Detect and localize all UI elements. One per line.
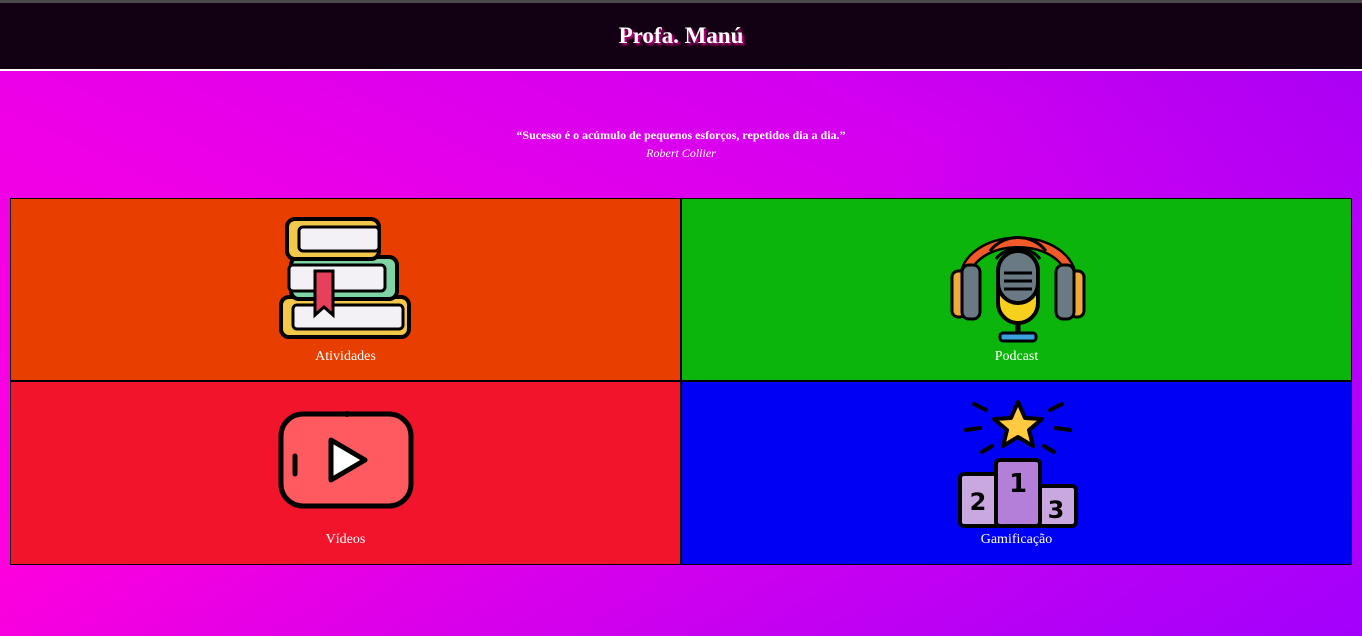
site-header: Profa. Manú — [0, 3, 1362, 71]
quote-text: “Sucesso é o acúmulo de pequenos esforço… — [516, 128, 846, 142]
site-title: Profa. Manú — [618, 23, 744, 48]
podcast-microphone-icon — [950, 236, 1086, 343]
card-gamificacao[interactable]: 1 2 3 Gamificação — [681, 381, 1352, 565]
card-label-atividades: Atividades — [315, 349, 376, 364]
card-label-podcast: Podcast — [994, 349, 1039, 364]
card-label-gamificacao: Gamificação — [980, 532, 1053, 547]
quote-block: “Sucesso é o acúmulo de pequenos esforço… — [0, 128, 1362, 161]
svg-text:3: 3 — [1048, 496, 1065, 524]
books-icon — [279, 217, 411, 339]
card-label-videos: Vídeos — [325, 532, 366, 547]
video-play-icon — [278, 411, 414, 509]
podium-star-icon: 1 2 3 — [958, 400, 1078, 528]
card-videos[interactable]: Vídeos — [10, 381, 681, 565]
card-podcast[interactable]: Podcast — [681, 198, 1352, 381]
svg-text:1: 1 — [1009, 469, 1027, 499]
card-atividades[interactable]: Atividades — [10, 198, 681, 381]
quote-author: Robert Collier — [646, 146, 716, 160]
menu-grid: Atividades Podcast Vídeos 1 2 3 Gamifica… — [10, 198, 1352, 565]
svg-text:2: 2 — [970, 488, 987, 516]
